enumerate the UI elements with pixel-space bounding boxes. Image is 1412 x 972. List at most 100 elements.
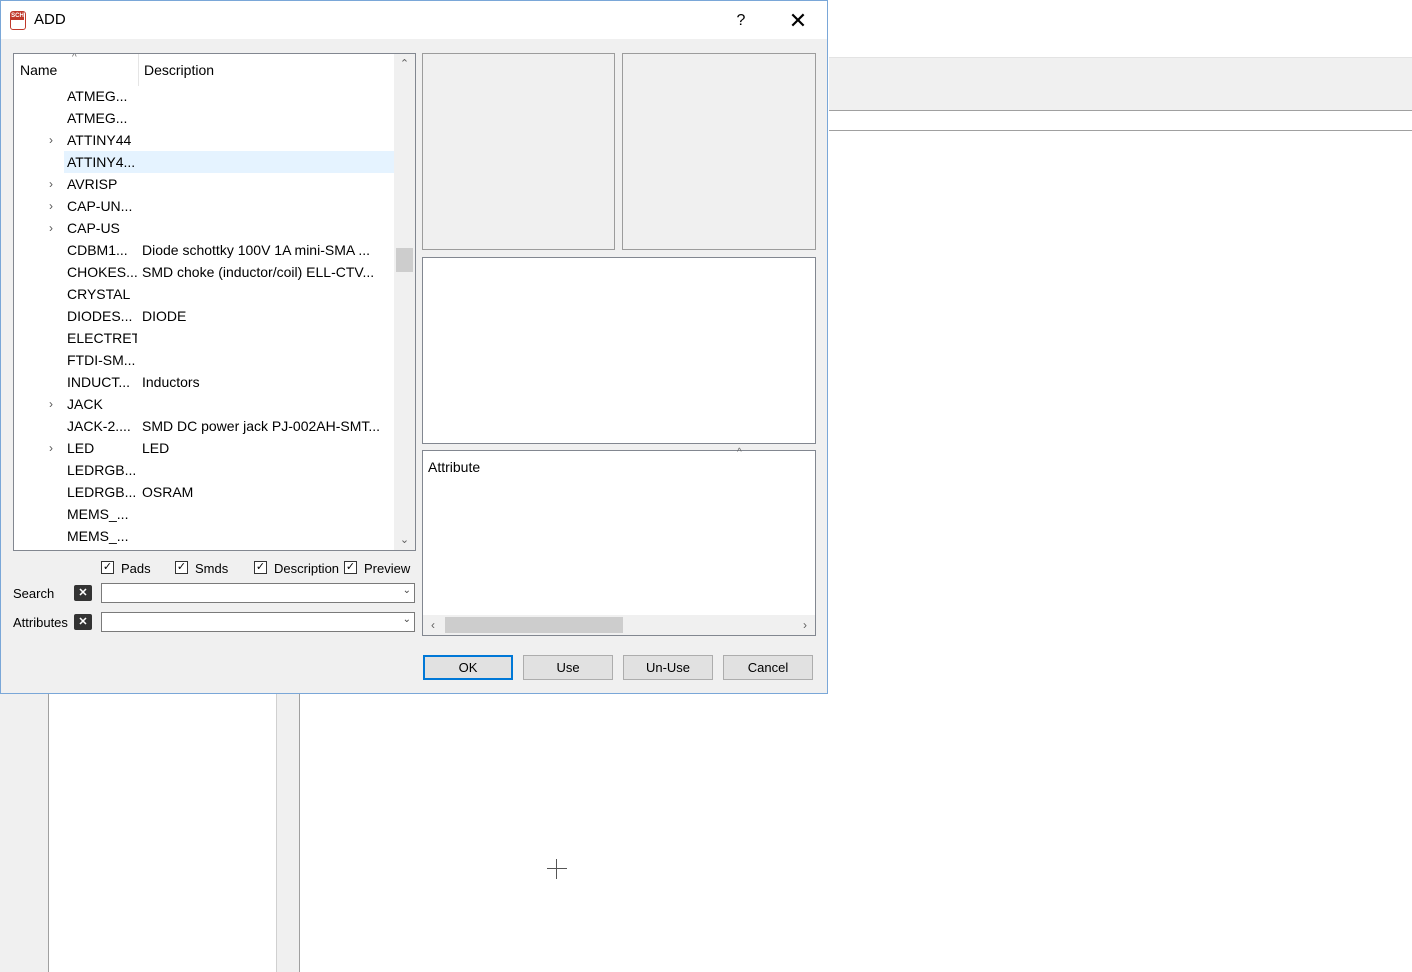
expand-chevron-icon[interactable]: › [45, 217, 57, 239]
tree-row[interactable]: DIODES... DIODE [14, 305, 394, 327]
tree-row-description: Diode schottky 100V 1A mini-SMA ... [142, 242, 370, 258]
tree-row-description: LED [142, 440, 170, 456]
tree-row-name: ATTINY44 [67, 132, 132, 148]
attributes-input[interactable]: ⌄ [101, 612, 415, 632]
tree-rows: ATMEG... ATMEG... › ATTINY44 ATTINY4... › AVRI… [14, 85, 394, 547]
checkmark-icon: ✓ [254, 561, 267, 574]
tree-row[interactable]: › CAP-US [14, 217, 394, 239]
scroll-thumb[interactable] [445, 617, 623, 633]
tree-row-name: ATMEG... [67, 110, 128, 126]
tree-row-name: DIODES... [67, 308, 133, 324]
background-tool-strip [0, 694, 49, 972]
tree-row-name: CHOKES... [67, 264, 137, 280]
filter-options: ✓ Pads ✓ Smds ✓ Description ✓ Preview [101, 561, 411, 576]
column-header-name[interactable]: Name [20, 62, 57, 78]
tree-row-description: OSRAM [142, 484, 194, 500]
un-use-button[interactable]: Un-Use [623, 655, 713, 680]
expand-chevron-icon[interactable]: › [45, 173, 57, 195]
tree-row[interactable]: ATTINY4... [14, 151, 394, 173]
tree-row-name: JACK [67, 396, 103, 412]
scroll-up-icon[interactable]: ⌃ [394, 54, 415, 74]
tree-vertical-scrollbar[interactable]: ⌃ ⌄ [394, 54, 415, 550]
tree-row[interactable]: LEDRGB... OSRAM [14, 481, 394, 503]
tree-row[interactable]: › ATTINY44 [14, 129, 394, 151]
tree-row-name: CAP-US [67, 220, 120, 236]
tree-row-name: MEMS_... [67, 528, 129, 544]
tree-row[interactable]: INDUCT... Inductors [14, 371, 394, 393]
chevron-down-icon[interactable]: ⌄ [403, 614, 411, 625]
tree-row-description: SMD choke (inductor/coil) ELL-CTV... [142, 264, 375, 280]
scroll-right-icon[interactable]: › [795, 615, 815, 635]
tree-row[interactable]: FTDI-SM... [14, 349, 394, 371]
column-header-description[interactable]: Description [144, 62, 214, 78]
expand-chevron-icon[interactable]: › [45, 437, 57, 459]
tree-row-name: CRYSTAL [67, 286, 131, 302]
expand-chevron-icon[interactable]: › [45, 129, 57, 151]
schematic-app-icon: SCH [10, 11, 26, 30]
background-toolbar [829, 84, 1412, 111]
tree-row[interactable]: › AVRISP [14, 173, 394, 195]
search-input[interactable]: ⌄ [101, 583, 415, 603]
tree-row[interactable]: JACK-2.... SMD DC power jack PJ-002AH-SMT… [14, 415, 394, 437]
expand-chevron-icon[interactable]: › [45, 393, 57, 415]
tree-row-name: JACK-2.... [67, 418, 131, 434]
background-splitter[interactable] [276, 694, 300, 972]
background-command-line [829, 111, 1412, 131]
tree-row-name: ELECTRET [67, 330, 137, 346]
tree-row-name: MEMS_... [67, 506, 129, 522]
tree-row[interactable]: › CAP-UN... [14, 195, 394, 217]
crosshair-cursor-icon [547, 859, 567, 879]
tree-row[interactable]: CHOKES... SMD choke (inductor/coil) ELL-C… [14, 261, 394, 283]
clear-attributes-icon[interactable]: ✕ [74, 614, 92, 630]
tree-row[interactable]: ATMEG... [14, 107, 394, 129]
help-button[interactable]: ? [726, 7, 756, 35]
tree-row[interactable]: ELECTRET [14, 327, 394, 349]
tree-row[interactable]: LEDRGB... [14, 459, 394, 481]
background-side-panel [49, 694, 276, 972]
tree-row[interactable]: MEMS_... [14, 503, 394, 525]
tree-row-name: INDUCT... [67, 374, 130, 390]
checkmark-icon: ✓ [101, 561, 114, 574]
tree-row[interactable]: ATMEG... [14, 85, 394, 107]
checkmark-icon: ✓ [344, 561, 357, 574]
chevron-down-icon[interactable]: ⌄ [403, 585, 411, 596]
scroll-down-icon[interactable]: ⌄ [394, 530, 415, 550]
sort-ascending-icon: ^ [737, 447, 742, 458]
library-tree[interactable]: ^ Name Description ATMEG... ATMEG... › ATTI… [13, 53, 416, 551]
attributes-label: Attributes [13, 615, 68, 630]
scroll-thumb[interactable] [396, 248, 413, 272]
description-pane [422, 257, 816, 444]
sort-ascending-icon: ^ [72, 53, 77, 63]
dialog-title: ADD [34, 11, 66, 28]
use-button[interactable]: Use [523, 655, 613, 680]
tree-header: ^ Name Description [14, 54, 395, 86]
tree-row-name: ATMEG... [67, 88, 128, 104]
attribute-horizontal-scrollbar[interactable]: ‹ › [423, 615, 815, 635]
column-separator[interactable] [138, 54, 139, 86]
add-dialog: SCH ADD ? ✕ ^ Name Description ATMEG... A… [0, 0, 828, 694]
attribute-pane: ^ Attribute ‹ › [422, 447, 816, 636]
attribute-column-header[interactable]: Attribute [428, 459, 480, 475]
ok-button[interactable]: OK [423, 655, 513, 680]
tree-row-name: LEDRGB... [67, 484, 137, 500]
scroll-left-icon[interactable]: ‹ [423, 615, 443, 635]
tree-row[interactable]: CRYSTAL [14, 283, 394, 305]
tree-row-name: AVRISP [67, 176, 118, 192]
checkmark-icon: ✓ [175, 561, 188, 574]
clear-search-icon[interactable]: ✕ [74, 585, 92, 601]
tree-row[interactable]: CDBM1... Diode schottky 100V 1A mini-SMA … [14, 239, 394, 261]
search-label: Search [13, 586, 55, 601]
tree-row-name: LEDRGB... [67, 462, 137, 478]
tree-row[interactable]: › LED LED [14, 437, 394, 459]
tree-row-name: CAP-UN... [67, 198, 133, 214]
tree-row[interactable]: MEMS_... [14, 525, 394, 547]
cancel-button[interactable]: Cancel [723, 655, 813, 680]
tree-row-description: Inductors [142, 374, 200, 390]
tree-row-name: ATTINY4... [67, 151, 137, 173]
package-preview [622, 53, 816, 250]
close-button[interactable]: ✕ [783, 7, 813, 35]
dialog-titlebar[interactable]: SCH ADD ? ✕ [1, 1, 827, 39]
tree-row[interactable]: › JACK [14, 393, 394, 415]
symbol-preview [422, 53, 615, 250]
expand-chevron-icon[interactable]: › [45, 195, 57, 217]
